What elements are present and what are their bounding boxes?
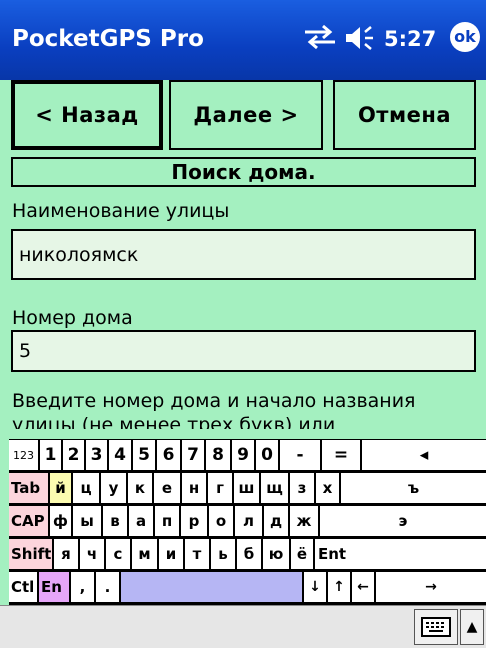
- key[interactable]: ш: [234, 473, 259, 503]
- key[interactable]: 1: [40, 440, 61, 470]
- key[interactable]: х: [316, 473, 339, 503]
- key[interactable]: д: [264, 506, 288, 536]
- shift-key[interactable]: Shift: [9, 539, 52, 569]
- key[interactable]: э: [320, 506, 486, 536]
- key[interactable]: 7: [182, 440, 204, 470]
- arrow-down-key[interactable]: ↓: [304, 572, 326, 602]
- key-123[interactable]: 123: [9, 440, 38, 470]
- key[interactable]: 6: [157, 440, 180, 470]
- key[interactable]: ю: [263, 539, 289, 569]
- key[interactable]: щ: [261, 473, 288, 503]
- key[interactable]: =: [322, 440, 360, 470]
- keyboard-icon[interactable]: [414, 609, 458, 645]
- key[interactable]: а: [129, 506, 153, 536]
- key[interactable]: т: [185, 539, 209, 569]
- connectivity-icon[interactable]: [303, 24, 337, 54]
- key[interactable]: 8: [206, 440, 230, 470]
- ok-button[interactable]: ok: [450, 22, 480, 52]
- key[interactable]: л: [235, 506, 262, 536]
- language-key[interactable]: En: [39, 572, 69, 602]
- key[interactable]: г: [208, 473, 232, 503]
- clock[interactable]: 5:27: [384, 27, 436, 51]
- key[interactable]: 4: [109, 440, 131, 470]
- period-key[interactable]: .: [96, 572, 119, 602]
- cancel-button[interactable]: Отмена: [333, 80, 476, 150]
- key[interactable]: ы: [73, 506, 101, 536]
- key[interactable]: п: [155, 506, 179, 536]
- key[interactable]: ч: [80, 539, 104, 569]
- caps-lock-key[interactable]: CAP: [9, 506, 48, 536]
- arrow-right-key[interactable]: →: [376, 572, 486, 602]
- soft-keyboard: 123 1 2 3 4 5 6 7 8 9 0 - = ◂ Tab й ц у …: [9, 439, 486, 605]
- key[interactable]: -: [280, 440, 320, 470]
- key[interactable]: р: [181, 506, 207, 536]
- app-title: PocketGPS Pro: [12, 26, 204, 52]
- house-number-label: Номер дома: [12, 307, 133, 329]
- hint-line-2: улицы (не менее трех букв) или: [12, 414, 336, 429]
- key[interactable]: 2: [63, 440, 84, 470]
- key[interactable]: я: [54, 539, 78, 569]
- key[interactable]: ф: [50, 506, 71, 536]
- next-button[interactable]: Далее >: [169, 80, 323, 150]
- key[interactable]: б: [237, 539, 261, 569]
- key[interactable]: в: [103, 506, 127, 536]
- input-menu-arrow-icon[interactable]: ▲: [460, 609, 484, 645]
- title-bar: PocketGPS Pro 5:27 ok: [0, 0, 486, 80]
- key[interactable]: ь: [211, 539, 235, 569]
- key[interactable]: н: [182, 473, 206, 503]
- key[interactable]: ж: [290, 506, 318, 536]
- back-button[interactable]: < Назад: [11, 80, 163, 150]
- key[interactable]: ё: [291, 539, 313, 569]
- key[interactable]: е: [154, 473, 180, 503]
- tab-key[interactable]: Tab: [9, 473, 48, 503]
- street-label: Наименование улицы: [12, 200, 230, 222]
- key[interactable]: й: [50, 473, 71, 503]
- hint-line-1: Введите номер дома и начало названия: [12, 390, 416, 412]
- key[interactable]: з: [290, 473, 314, 503]
- key[interactable]: м: [132, 539, 157, 569]
- arrow-left-key[interactable]: ←: [352, 572, 374, 602]
- space-key[interactable]: [121, 572, 302, 602]
- key[interactable]: с: [106, 539, 130, 569]
- section-title: Поиск дома.: [11, 157, 476, 187]
- arrow-up-key[interactable]: ↑: [328, 572, 350, 602]
- key[interactable]: у: [101, 473, 126, 503]
- ctrl-key[interactable]: Ctl: [9, 572, 37, 602]
- house-number-input[interactable]: 5: [11, 330, 476, 372]
- key[interactable]: 5: [133, 440, 155, 470]
- hint-text: Введите номер дома и начало названия ули…: [12, 389, 484, 429]
- key[interactable]: к: [128, 473, 152, 503]
- key[interactable]: о: [209, 506, 233, 536]
- volume-icon[interactable]: [343, 24, 379, 56]
- key[interactable]: 3: [86, 440, 107, 470]
- backspace-key[interactable]: ◂: [362, 440, 486, 470]
- bottom-menu-bar: ▲: [0, 605, 486, 648]
- street-input[interactable]: николоямск: [11, 229, 476, 280]
- key[interactable]: 0: [256, 440, 278, 470]
- key[interactable]: ц: [73, 473, 99, 503]
- enter-key[interactable]: Ent: [315, 539, 486, 569]
- key[interactable]: и: [159, 539, 183, 569]
- comma-key[interactable]: ,: [71, 572, 94, 602]
- key[interactable]: ъ: [341, 473, 486, 503]
- key[interactable]: 9: [232, 440, 254, 470]
